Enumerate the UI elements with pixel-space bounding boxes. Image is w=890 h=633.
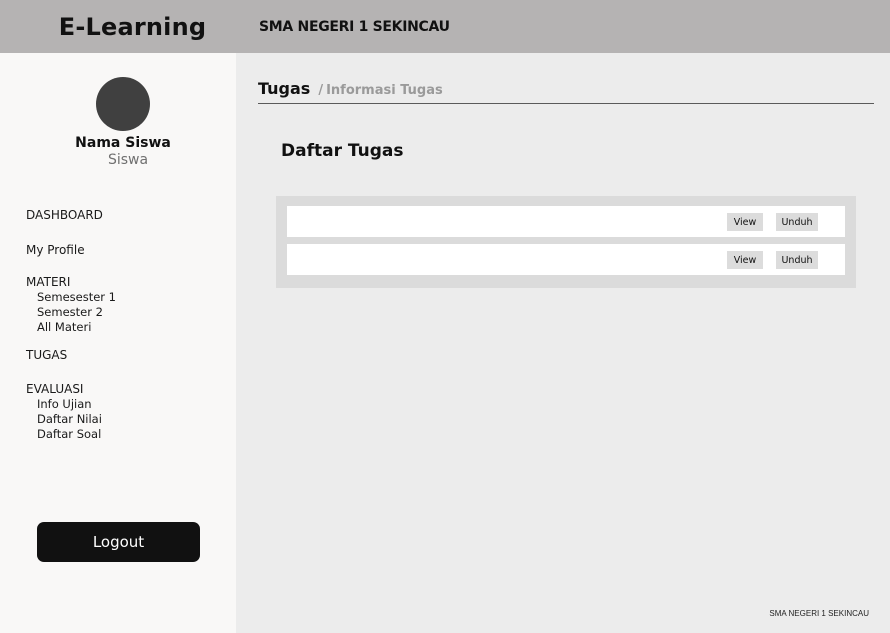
breadcrumb-divider <box>258 103 874 104</box>
sidebar-subitem-semester-1[interactable]: Semesester 1 <box>37 290 116 305</box>
sidebar-subitem-daftar-nilai[interactable]: Daftar Nilai <box>37 412 102 427</box>
page-title: Daftar Tugas <box>281 141 404 161</box>
breadcrumb-sub: Informasi Tugas <box>326 83 443 98</box>
sidebar-item-my-profile[interactable]: My Profile <box>26 243 85 257</box>
breadcrumb-separator: / <box>318 83 324 98</box>
download-button[interactable]: Unduh <box>776 213 818 231</box>
avatar <box>96 77 150 131</box>
sidebar-item-dashboard[interactable]: DASHBOARD <box>26 208 103 222</box>
sidebar-subitem-daftar-soal[interactable]: Daftar Soal <box>37 427 101 442</box>
sidebar-item-tugas[interactable]: TUGAS <box>26 348 67 362</box>
task-row: View Unduh <box>287 244 845 275</box>
sidebar-item-evaluasi[interactable]: EVALUASI <box>26 382 83 396</box>
task-list: View Unduh View Unduh <box>276 196 856 288</box>
download-button[interactable]: Unduh <box>776 251 818 269</box>
sidebar: Nama Siswa Siswa DASHBOARD My Profile MA… <box>0 53 236 633</box>
app-brand: E-Learning <box>58 12 207 41</box>
sidebar-subitem-semester-2[interactable]: Semester 2 <box>37 305 103 320</box>
user-name: Nama Siswa <box>75 135 171 151</box>
sidebar-subitem-all-materi[interactable]: All Materi <box>37 320 91 335</box>
view-button[interactable]: View <box>727 213 763 231</box>
logout-button[interactable]: Logout <box>37 522 200 562</box>
main-content: Tugas / Informasi Tugas Daftar Tugas Vie… <box>236 53 890 633</box>
sidebar-subitem-info-ujian[interactable]: Info Ujian <box>37 397 92 412</box>
footer-text: SMA NEGERI 1 SEKINCAU <box>769 609 869 618</box>
breadcrumb-current: Tugas <box>258 79 311 98</box>
user-role: Siswa <box>107 152 149 168</box>
sidebar-item-materi[interactable]: MATERI <box>26 275 70 289</box>
school-name: SMA NEGERI 1 SEKINCAU <box>259 18 450 35</box>
view-button[interactable]: View <box>727 251 763 269</box>
breadcrumb: Tugas / Informasi Tugas <box>258 79 443 98</box>
top-bar: E-Learning SMA NEGERI 1 SEKINCAU <box>0 0 890 53</box>
task-row: View Unduh <box>287 206 845 237</box>
